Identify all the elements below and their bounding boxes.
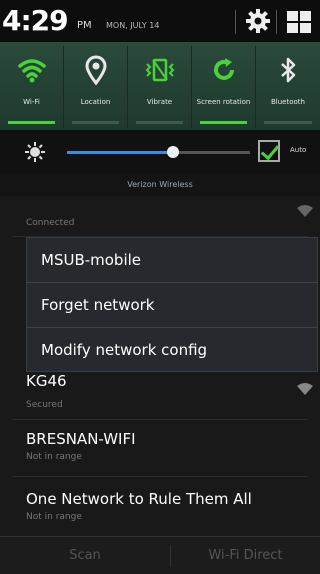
toggle-screen-rotation[interactable]: Screen rotation <box>192 46 256 128</box>
brightness-slider-thumb[interactable] <box>167 146 180 158</box>
toggle-label: Vibrate <box>146 98 173 106</box>
divider <box>12 419 308 420</box>
wifi-icon <box>18 59 46 83</box>
network-status: Not in range <box>26 452 82 462</box>
carrier-label: Verizon Wireless <box>0 174 320 196</box>
toggle-indicator <box>264 121 312 124</box>
wifi-signal-icon <box>297 205 313 217</box>
brightness-icon <box>25 142 45 162</box>
menu-title: MSUB-mobile <box>41 251 142 269</box>
network-name: BRESNAN-WIFI <box>26 430 136 448</box>
toggle-indicator <box>72 121 119 124</box>
toggle-wifi[interactable]: Wi-Fi <box>0 46 64 128</box>
network-name: KG46 <box>26 372 67 390</box>
wifi-direct-button[interactable]: Wi-Fi Direct <box>171 537 320 574</box>
toggle-location[interactable]: Location <box>64 46 128 128</box>
toggle-label: Bluetooth <box>271 98 305 106</box>
modify-network-menu-item[interactable]: Modify network config <box>27 328 317 372</box>
grid-icon[interactable] <box>286 10 312 34</box>
divider <box>12 476 308 477</box>
auto-brightness-checkbox[interactable] <box>258 140 280 162</box>
network-status: Connected <box>26 218 75 228</box>
status-divider <box>235 10 236 34</box>
quick-settings-panel: Wi-Fi Location Vibrate Screen rotation B… <box>0 42 320 130</box>
list-item[interactable]: KG46 Secured <box>0 372 320 418</box>
list-item[interactable]: Connected <box>0 196 320 236</box>
status-bar: 4:29 PM MON, JULY 14 <box>0 0 320 42</box>
bottom-action-bar: Scan Wi-Fi Direct <box>0 536 320 574</box>
auto-brightness-label: Auto <box>290 146 307 154</box>
status-divider <box>276 10 277 34</box>
toggle-indicator <box>8 121 55 124</box>
status-date: MON, JULY 14 <box>106 21 160 30</box>
toggle-indicator <box>200 121 247 124</box>
network-name: One Network to Rule Them All <box>26 490 252 508</box>
list-item[interactable]: BRESNAN-WIFI Not in range <box>0 428 320 474</box>
toggle-bluetooth[interactable]: Bluetooth <box>256 46 320 128</box>
network-status: Not in range <box>26 512 82 522</box>
scan-button[interactable]: Scan <box>0 537 170 574</box>
forget-network-menu-item[interactable]: Forget network <box>27 283 317 327</box>
bluetooth-icon <box>281 57 296 83</box>
clock: 4:29 <box>2 4 69 37</box>
rotation-icon <box>214 58 234 80</box>
toggle-label: Location <box>80 98 111 106</box>
toggle-indicator <box>136 121 183 124</box>
wifi-signal-icon <box>297 383 313 395</box>
toggle-label: Screen rotation <box>196 98 251 106</box>
list-item[interactable]: One Network to Rule Them All Not in rang… <box>0 488 320 534</box>
vibrate-icon <box>145 58 175 82</box>
brightness-row: Auto <box>0 130 320 174</box>
network-status: Secured <box>26 400 63 410</box>
network-context-menu: MSUB-mobile Forget network Modify networ… <box>26 237 318 372</box>
gear-icon[interactable] <box>244 7 272 35</box>
toggle-vibrate[interactable]: Vibrate <box>128 46 192 128</box>
brightness-slider-fill <box>67 151 174 154</box>
brightness-slider[interactable] <box>67 146 250 158</box>
toggle-label: Wi-Fi <box>23 98 40 106</box>
location-icon <box>85 55 107 86</box>
clock-ampm: PM <box>77 20 92 31</box>
